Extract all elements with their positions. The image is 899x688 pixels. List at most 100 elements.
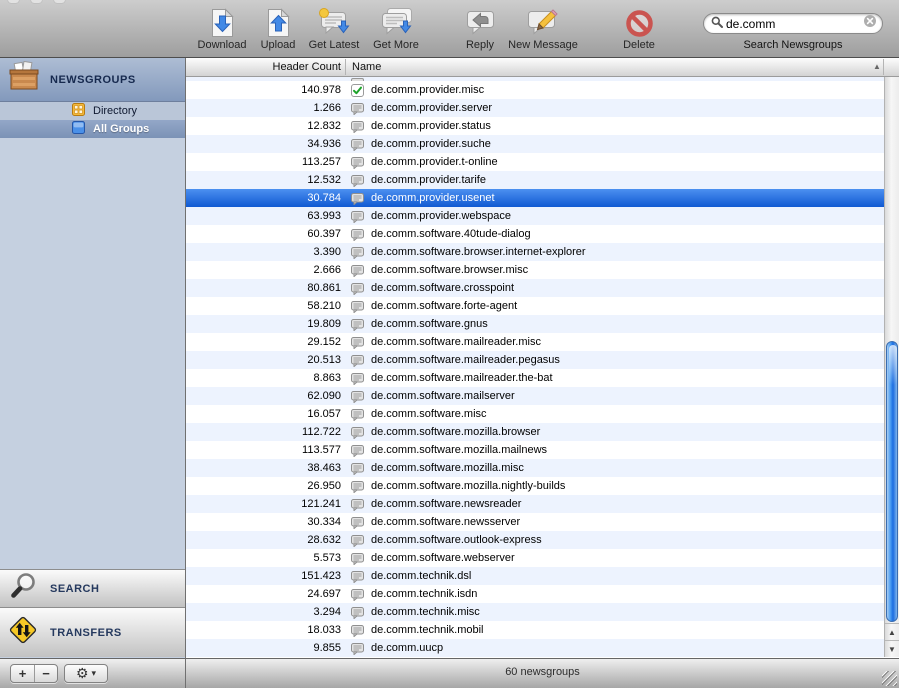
newsgroup-icon xyxy=(351,318,364,331)
delete-button[interactable]: Delete xyxy=(609,5,669,51)
scroll-down-icon[interactable]: ▼ xyxy=(885,640,899,657)
table-row[interactable]: 16.057de.comm.software.misc xyxy=(186,405,884,423)
table-row[interactable]: 18.033de.comm.technik.mobil xyxy=(186,621,884,639)
toolbar-label: Download xyxy=(192,39,252,51)
newsgroup-name-cell: de.comm.provider.status xyxy=(371,120,491,132)
remove-group-button[interactable]: − xyxy=(34,665,57,682)
header-count-cell: 5.573 xyxy=(186,552,341,564)
newsgroup-name-cell: de.comm.software.outlook-express xyxy=(371,534,542,546)
column-header-header-count[interactable]: Header Count xyxy=(186,58,341,76)
table-row[interactable]: 80.861de.comm.software.crosspoint xyxy=(186,279,884,297)
table-row[interactable]: 58.210de.comm.software.forte-agent xyxy=(186,297,884,315)
reply-icon xyxy=(455,5,505,38)
status-bar: 60 newsgroups xyxy=(186,658,899,688)
table-row[interactable]: 29.152de.comm.software.mailreader.misc xyxy=(186,333,884,351)
table-row[interactable]: 26.950de.comm.software.mozilla.nightly-b… xyxy=(186,477,884,495)
download-button[interactable]: Download xyxy=(192,5,252,51)
header-count-cell: 9.855 xyxy=(186,642,341,654)
search-field[interactable] xyxy=(703,13,883,34)
new-message-button[interactable]: New Message xyxy=(506,5,580,51)
newsgroup-icon xyxy=(351,120,364,133)
newsgroup-icon xyxy=(351,444,364,457)
table-row[interactable]: 12.532 de.comm.provider.tarife xyxy=(186,171,884,189)
newsgroup-icon xyxy=(351,354,364,367)
upload-icon xyxy=(252,5,304,38)
table-row[interactable]: 19.809de.comm.software.gnus xyxy=(186,315,884,333)
newsgroups-crate-icon xyxy=(8,61,40,98)
sidebar-section-label: TRANSFERS xyxy=(50,627,122,639)
resize-grip[interactable] xyxy=(882,671,897,686)
table-row[interactable]: 30.334de.comm.software.newsserver xyxy=(186,513,884,531)
table-row[interactable]: 112.722de.comm.software.mozilla.browser xyxy=(186,423,884,441)
table-row[interactable]: 3.294de.comm.technik.misc xyxy=(186,603,884,621)
header-count-cell: 38.463 xyxy=(186,462,341,474)
sidebar-section-newsgroups[interactable]: NEWSGROUPS xyxy=(0,58,185,102)
newsgroup-icon xyxy=(351,516,364,529)
newsgroup-icon xyxy=(351,408,364,421)
toolbar-label: Get Latest xyxy=(304,39,364,51)
toolbar-label: Get More xyxy=(366,39,426,51)
table-row[interactable]: 62.090de.comm.software.mailserver xyxy=(186,387,884,405)
table-row[interactable]: 30.784de.comm.provider.usenet xyxy=(186,189,884,207)
newsgroup-icon xyxy=(351,390,364,403)
newsgroup-icon xyxy=(351,78,364,81)
table-row[interactable]: 63.993de.comm.provider.webspace xyxy=(186,207,884,225)
sidebar-section-search[interactable]: SEARCH xyxy=(0,569,185,607)
table-row[interactable]: 28.632 de.comm.software.outlook-express xyxy=(186,531,884,549)
table-row[interactable]: 12.832de.comm.provider.status xyxy=(186,117,884,135)
vertical-scrollbar[interactable]: ▲ ▼ xyxy=(884,77,899,657)
add-group-button[interactable]: + xyxy=(11,665,34,682)
table-row[interactable]: 34.936de.comm.provider.suche xyxy=(186,135,884,153)
search-input[interactable] xyxy=(726,17,863,31)
table-row[interactable]: 121.241de.comm.software.newsreader xyxy=(186,495,884,513)
scroll-up-icon[interactable]: ▲ xyxy=(885,623,899,640)
scrollbar-thumb[interactable] xyxy=(886,341,898,622)
table-row[interactable]: 8.863de.comm.software.mailreader.the-bat xyxy=(186,369,884,387)
header-count-cell: 19.809 xyxy=(186,318,341,330)
header-count-cell: 3.294 xyxy=(186,606,341,618)
table-row[interactable]: 5.573de.comm.software.webserver xyxy=(186,549,884,567)
table-row[interactable]: 2.666de.comm.software.browser.misc xyxy=(186,261,884,279)
column-header-name[interactable]: Name xyxy=(352,58,381,76)
table-row[interactable]: 24.697de.comm.technik.isdn xyxy=(186,585,884,603)
download-icon xyxy=(192,5,252,38)
reply-button[interactable]: Reply xyxy=(455,5,505,51)
header-count-cell: 58.210 xyxy=(186,300,341,312)
newsgroup-name-cell: de.comm.software.mozilla.nightly-builds xyxy=(371,480,565,492)
newsgroup-icon xyxy=(351,552,364,565)
newsgroup-name-cell: de.comm.technik.isdn xyxy=(371,588,477,600)
table-row[interactable]: 60.397de.comm.software.40tude-dialog xyxy=(186,225,884,243)
sidebar-item-all-groups[interactable]: All Groups xyxy=(0,120,185,138)
sidebar-item-label: Directory xyxy=(93,105,137,117)
action-menu-button[interactable]: ⚙ ▾ xyxy=(64,664,108,683)
newsgroup-name-cell: de.comm.software.mailserver xyxy=(371,390,515,402)
table-row[interactable]: 113.257de.comm.provider.t-online xyxy=(186,153,884,171)
column-divider[interactable] xyxy=(345,59,346,75)
newsgroup-name-cell: de.comm.software.mozilla.misc xyxy=(371,462,524,474)
get-latest-button[interactable]: Get Latest xyxy=(304,5,364,51)
table-row[interactable]: 9.855de.comm.uucp xyxy=(186,639,884,657)
minimize-button[interactable] xyxy=(31,0,42,3)
table-row[interactable]: 113.577de.comm.software.mozilla.mailnews xyxy=(186,441,884,459)
upload-button[interactable]: Upload xyxy=(252,5,304,51)
table-row[interactable]: 38.463 de.comm.software.mozilla.misc xyxy=(186,459,884,477)
table-row[interactable]: 151.423de.comm.technik.dsl xyxy=(186,567,884,585)
get-more-button[interactable]: Get More xyxy=(366,5,426,51)
header-count-cell: 28.632 xyxy=(186,534,341,546)
close-button[interactable] xyxy=(8,0,19,3)
clear-circle-icon[interactable] xyxy=(863,14,877,33)
zoom-button[interactable] xyxy=(54,0,65,3)
table-row[interactable]: 3.390de.comm.software.browser.internet-e… xyxy=(186,243,884,261)
header-count-cell: 12.532 xyxy=(186,174,341,186)
sidebar-item-directory[interactable]: Directory xyxy=(0,102,185,120)
newsgroup-name-cell: de.comm.software.mailreader.pegasus xyxy=(371,354,560,366)
table-row[interactable]: 20.513de.comm.software.mailreader.pegasu… xyxy=(186,351,884,369)
newsgroup-icon xyxy=(351,192,364,205)
table-row[interactable]: 1.266de.comm.provider.server xyxy=(186,99,884,117)
table-row[interactable]: 140.978de.comm.provider.misc xyxy=(186,81,884,99)
newsgroup-name-cell: de.comm.provider.t-online xyxy=(371,156,498,168)
newsgroup-name-cell: de.comm.provider.tarife xyxy=(371,174,486,186)
partial-row xyxy=(186,77,884,81)
newsgroup-icon xyxy=(351,372,364,385)
sidebar-section-transfers[interactable]: TRANSFERS xyxy=(0,607,185,657)
